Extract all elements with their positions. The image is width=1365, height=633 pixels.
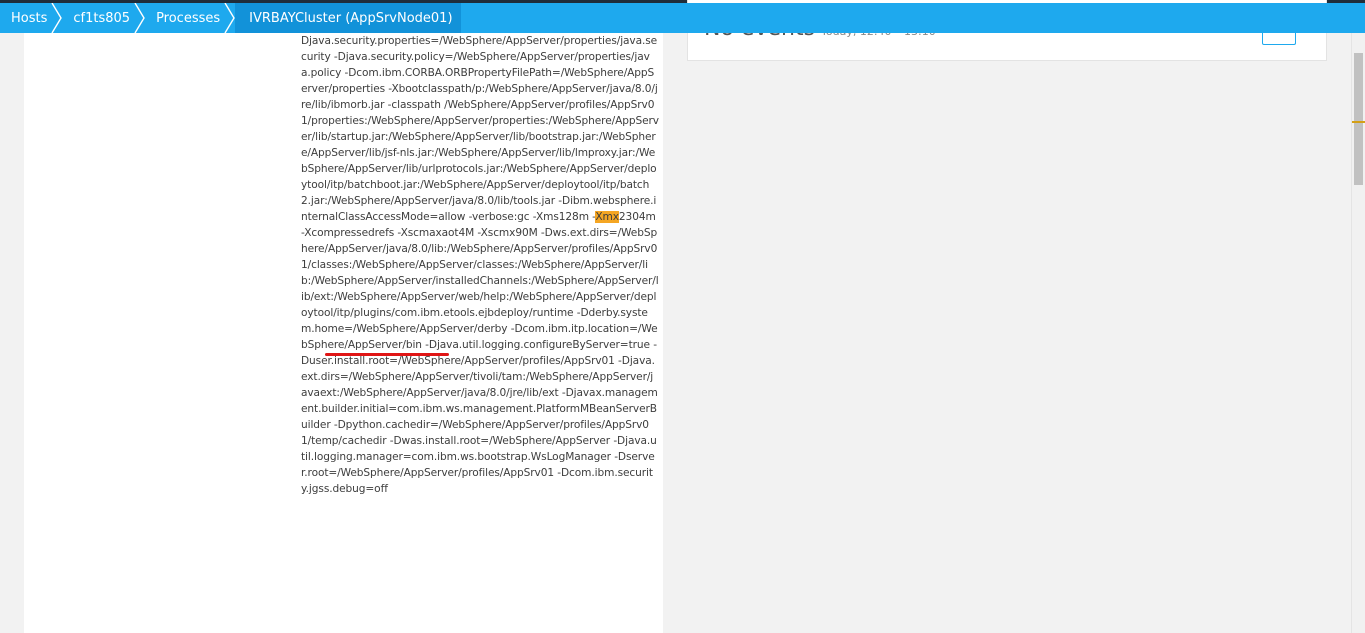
annotation-underline [325,353,449,356]
command-line-value: Djava.security.properties=/WebSphere/App… [301,33,659,497]
page-scrollbar[interactable] [1351,33,1365,633]
breadcrumb: Hosts cf1ts805 Processes IVRBAYCluster (… [0,3,1365,33]
scrollbar-search-marker [1352,121,1365,123]
breadcrumb-item-host[interactable]: cf1ts805 [62,3,145,33]
command-line-text: Djava.security.properties=/WebSphere/App… [301,35,659,223]
breadcrumb-label: Processes [156,10,221,26]
breadcrumb-item-hosts[interactable]: Hosts [0,3,63,33]
breadcrumb-item-processes[interactable]: Processes [145,3,235,33]
breadcrumb-label: Hosts [11,10,48,26]
breadcrumb-item-current-process: IVRBAYCluster (AppSrvNode01) [235,3,461,33]
process-properties-panel: Djava.security.properties=/WebSphere/App… [24,33,663,633]
breadcrumb-label: IVRBAYCluster (AppSrvNode01) [249,10,453,26]
search-highlight: Xmx [595,211,619,223]
breadcrumb-label: cf1ts805 [73,10,131,26]
scrollbar-thumb[interactable] [1354,53,1363,185]
